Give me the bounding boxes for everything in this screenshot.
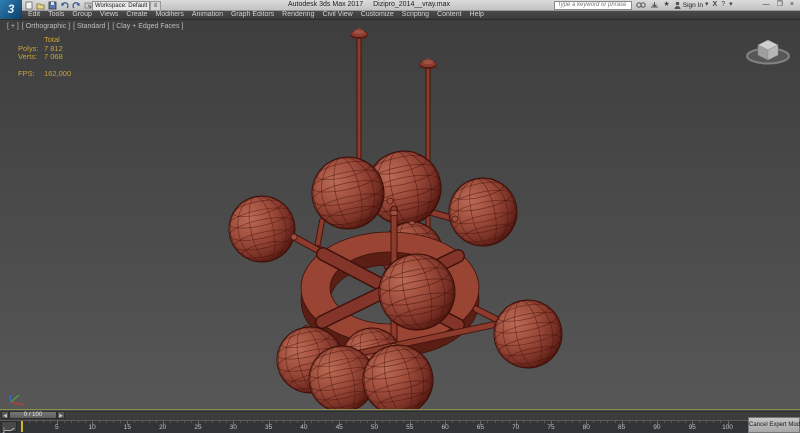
chandelier-model[interactable] [0,20,800,409]
search-input[interactable] [554,0,633,10]
cancel-expert-mode-button[interactable]: Cancel Expert Mode [748,417,800,433]
menu-create[interactable]: Create [122,11,151,18]
workspace-label: Workspace: Default [95,3,148,9]
viewport-label-part[interactable]: [ + ] [7,23,19,30]
chevron-down-icon: ▾ [729,1,733,8]
stats-row: FPS: 162,000 [18,68,72,78]
ruler-label: 20 [159,424,167,431]
window-controls: — ❐ × [763,0,794,10]
ruler-label: 35 [264,424,273,431]
menu-rendering[interactable]: Rendering [278,11,318,18]
axis-tripod-icon [9,394,25,406]
ruler-label: 90 [653,424,661,431]
window-title: Autodesk 3ds Max 2017 Dizipro_2014__vray.… [288,0,450,10]
user-icon [674,1,681,9]
exchange-apps-icon[interactable]: X [713,0,718,10]
time-slider-thumb[interactable]: 0 / 100 [9,411,57,419]
time-slider-track[interactable] [0,411,800,421]
previous-frame-button[interactable]: ◀ [1,411,9,419]
viewport-statistics: Total Polys: 7 812 Verts: 7 068 FPS: 162,000 [18,35,72,78]
menu-graph-editors[interactable]: Graph Editors [227,11,278,18]
viewport-label-part[interactable]: [ Clay + Edged Faces ] [112,23,183,30]
ruler-label: 50 [370,424,379,431]
sphere[interactable] [487,293,569,375]
ruler-label: 80 [582,424,590,431]
close-button[interactable]: × [790,0,794,10]
save-file-icon[interactable] [48,1,57,10]
ruler-label: 55 [406,424,414,431]
viewport-label: [ + ][ Orthographic ][ Standard ][ Clay … [7,23,186,30]
ruler-label: 15 [123,424,131,431]
menu-views[interactable]: Views [96,11,123,18]
minimize-button[interactable]: — [763,0,770,10]
workspace-dropdown[interactable]: Workspace: Default ▾ [92,1,152,11]
time-slider: ◀ 0 / 100 ▶ [0,410,800,421]
sign-in-label: Sign In [682,1,704,9]
sphere[interactable] [222,189,302,269]
next-frame-button[interactable]: ▶ [57,411,65,419]
ruler-label: 45 [335,424,343,431]
track-ruler[interactable]: 5 10 15 20 25 30 35 40 45 50 55 60 65 70 75 80 85 90 95 100 [0,420,750,433]
ruler-label: 95 [688,424,696,431]
sphere[interactable] [442,171,524,253]
qat-overflow-button[interactable]: ≡ [150,1,161,11]
undo-icon[interactable] [60,1,69,10]
menu-edit[interactable]: Edit [24,11,44,18]
ruler-label: 10 [88,424,96,431]
ruler-label: 5 [54,424,59,431]
current-frame-marker[interactable] [20,420,23,432]
viewport-label-part[interactable]: [ Standard ] [73,23,109,30]
menu-tools[interactable]: Tools [44,11,68,18]
menu-modifiers[interactable]: Modifiers [151,11,187,18]
chevron-down-icon: ▾ [705,1,709,8]
menu-animation[interactable]: Animation [188,11,227,18]
communication-center-icon[interactable] [650,1,659,9]
redo-icon[interactable] [72,1,81,10]
ruler-label: 25 [194,424,202,431]
viewport[interactable]: [ + ][ Orthographic ][ Standard ][ Clay … [0,19,800,410]
quick-access-toolbar [25,0,93,10]
model-geometry[interactable] [222,28,569,409]
stats-row: Verts: 7 068 [18,52,63,61]
ruler-label: 30 [229,424,237,431]
menu-group[interactable]: Group [68,11,95,18]
open-file-icon[interactable] [36,1,45,10]
menu-scripting[interactable]: Scripting [398,11,433,18]
ruler-label: 85 [617,424,626,431]
help-icon[interactable]: ? [721,0,725,10]
title-bar: Workspace: Default ▾ ≡ Autodesk 3ds Max … [0,0,800,11]
menu-civil-view[interactable]: Civil View [318,11,356,18]
restore-button[interactable]: ❐ [777,0,783,10]
menu-content[interactable]: Content [433,11,466,18]
track-bar: 5 10 15 20 25 30 35 40 45 50 55 60 65 70 75 80 85 90 95 100 [0,420,800,433]
app-logo[interactable]: 3 [0,0,22,19]
new-scene-icon[interactable] [25,1,33,10]
ruler-label: 60 [441,424,449,431]
viewport-label-part[interactable]: [ Orthographic ] [22,23,70,30]
viewcube[interactable] [744,30,792,70]
menu-bar: Edit Tools Group Views Create Modifiers Animat… [0,10,800,20]
favorites-icon[interactable]: ★ [663,0,669,10]
ruler-label: 40 [300,424,308,431]
search-icon[interactable] [636,1,647,9]
sign-in-button[interactable]: Sign In ▾ [674,0,709,10]
ruler-label: 100 [722,424,733,431]
app-name: Autodesk 3ds Max 2017 [288,1,364,8]
ruler-label: 75 [547,424,555,431]
menu-customize[interactable]: Customize [357,11,398,18]
mini-curve-editor-button[interactable] [1,421,17,433]
ruler-label: 65 [476,424,484,431]
file-name: Dizipro_2014__vray.max [373,1,451,8]
3ds-max-window: Workspace: Default ▾ ≡ Autodesk 3ds Max … [0,0,800,433]
menu-help[interactable]: Help [466,11,488,18]
titlebar-right-cluster: ★ Sign In ▾ X ? ▾ — ❐ × [554,0,798,10]
ruler-label: 70 [512,424,520,431]
